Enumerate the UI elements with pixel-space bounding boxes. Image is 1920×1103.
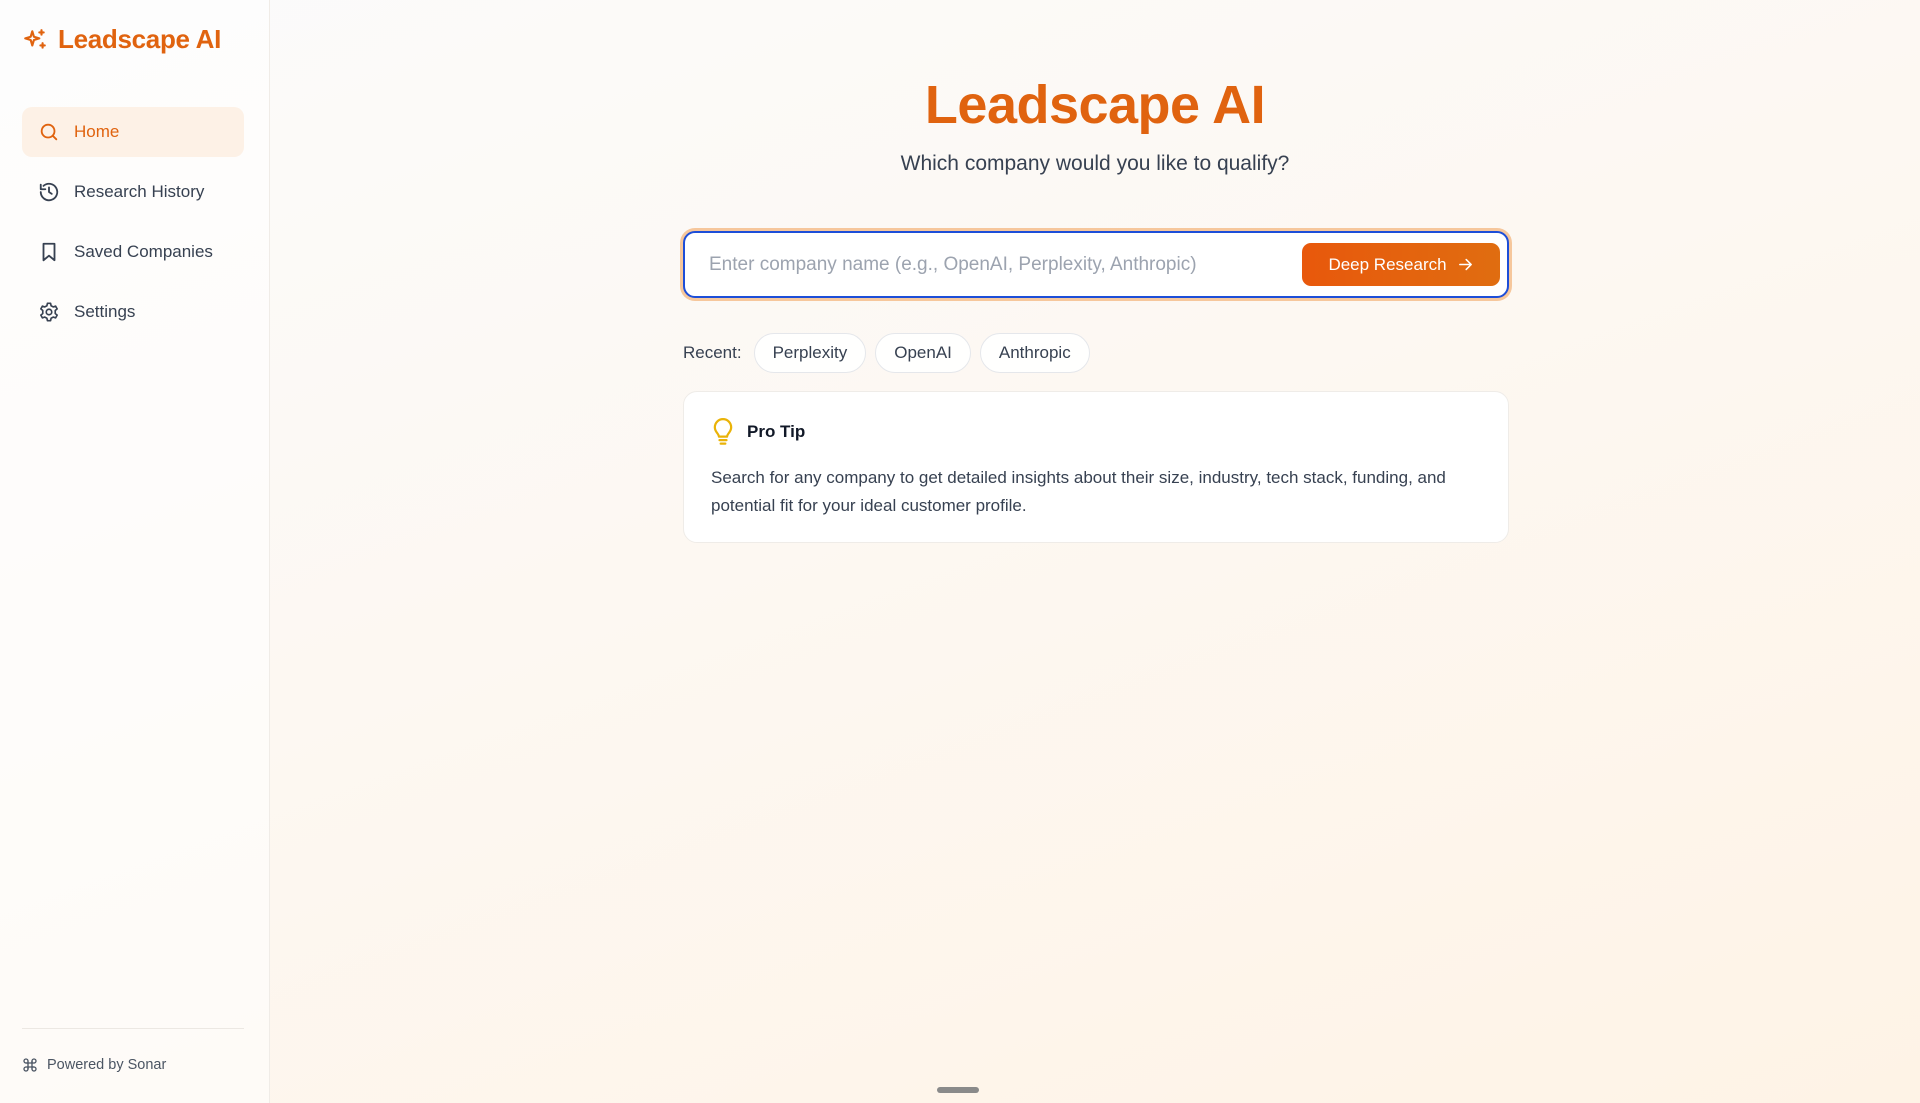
- search-icon: [40, 123, 58, 141]
- sidebar-item-label: Settings: [74, 302, 136, 321]
- brand-name: Leadscape AI: [58, 24, 222, 54]
- arrow-right-icon: [1458, 258, 1472, 271]
- pro-tip-header: Pro Tip: [711, 418, 1481, 446]
- sidebar: Leadscape AI Home Research History Saved…: [0, 0, 270, 1103]
- sidebar-item-label: Research History: [74, 182, 205, 201]
- pro-tip-body: Search for any company to get detailed i…: [711, 468, 1446, 515]
- command-icon: [23, 1058, 37, 1072]
- app-window: Leadscape AI Home Research History Saved…: [0, 0, 1920, 1103]
- sidebar-nav: Home Research History Saved Companies Se…: [22, 107, 244, 347]
- brand-logo[interactable]: Leadscape AI: [22, 24, 221, 55]
- powered-by-label: Powered by Sonar: [47, 1057, 167, 1073]
- pro-tip-card: Pro Tip Search for any company to get de…: [683, 391, 1509, 543]
- gear-icon: [40, 302, 58, 322]
- page-subtitle: Which company would you like to qualify?: [900, 152, 1290, 175]
- recent-searches: Recent: Perplexity OpenAI Anthropic: [683, 333, 1090, 373]
- pro-tip-title: Pro Tip: [747, 422, 806, 441]
- deep-research-label: Deep Research: [1328, 254, 1447, 274]
- company-search-input[interactable]: [685, 233, 1302, 296]
- sidebar-item-settings[interactable]: Settings: [22, 287, 244, 337]
- recent-chip-perplexity[interactable]: Perplexity: [753, 333, 867, 373]
- powered-by: Powered by Sonar: [22, 1057, 166, 1073]
- sidebar-item-research-history[interactable]: Research History: [22, 167, 244, 217]
- search-bar: Deep Research: [683, 231, 1509, 298]
- recent-label: Recent:: [683, 343, 742, 362]
- sparkles-icon: [24, 28, 46, 49]
- main-content: Leadscape AI Which company would you lik…: [270, 0, 1920, 1103]
- divider: [22, 1028, 244, 1029]
- history-icon: [39, 182, 59, 202]
- lightbulb-icon: [713, 418, 733, 445]
- sidebar-item-home[interactable]: Home: [22, 107, 244, 157]
- sidebar-item-label: Saved Companies: [74, 242, 213, 261]
- page-title: Leadscape AI: [924, 75, 1266, 135]
- drag-handle[interactable]: [937, 1087, 979, 1093]
- recent-chip-openai[interactable]: OpenAI: [875, 333, 971, 373]
- bookmark-icon: [42, 242, 56, 262]
- recent-chip-anthropic[interactable]: Anthropic: [979, 333, 1090, 373]
- sidebar-item-saved-companies[interactable]: Saved Companies: [22, 227, 244, 277]
- sidebar-item-label: Home: [74, 122, 120, 141]
- deep-research-button[interactable]: Deep Research: [1302, 243, 1500, 286]
